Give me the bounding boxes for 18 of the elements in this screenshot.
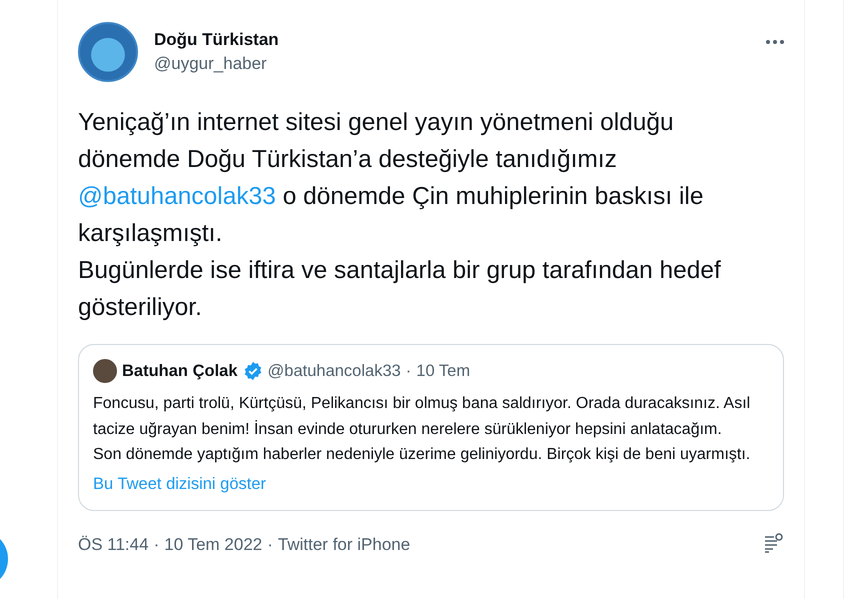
author-handle: @uygur_haber — [154, 54, 268, 74]
mention-link[interactable]: @batuhancolak33 — [78, 183, 276, 210]
separator: · — [406, 362, 412, 380]
tweet-time: ÖS 11:44 — [78, 535, 149, 555]
quoted-tweet[interactable] — [78, 344, 784, 510]
tweet-date: 10 Tem — [416, 362, 470, 380]
separator: · — [154, 535, 160, 555]
more-icon[interactable] — [766, 40, 784, 44]
separator: · — [267, 535, 273, 555]
avatar — [93, 359, 117, 383]
tweet-source: Twitter for iPhone — [278, 535, 410, 555]
tweet-text: Yeniçağ’ın internet sitesi genel yayın yönetmeni olduğu dönemde Doğu Türkistan’a desteğiyle tanıdığımız @batuhancolak33 o dönemde Çin muhiplerinin baskısı ile karşılaşmıştı. Bugünlerde ise iftira ve santajlarla bir grup tarafından hedef gösteriliyor. — [78, 108, 722, 323]
tweet-date: 10 Tem 2022 — [164, 535, 262, 555]
quoted-text: Foncusu, parti trolü, Kürtçüsü, Pelikancısı bir olmuş bana saldırıyor. Orada duracaksınız. Asıl tacize uğrayan benim! İnsan evinde otururken nerelere sürükleniyor hepsini anlatacağım. Son dönemde yaptığım haberler nedeniyle üzerime geliniyordu. Birçok kişi de beni uyarmıştı. — [93, 394, 752, 465]
author-handle: @batuhancolak33 — [268, 362, 401, 380]
author-name: Batuhan Çolak — [122, 362, 238, 380]
show-thread-link[interactable]: Bu Tweet dizisini göster — [93, 474, 266, 494]
author-name: Doğu Türkistan — [154, 30, 280, 50]
